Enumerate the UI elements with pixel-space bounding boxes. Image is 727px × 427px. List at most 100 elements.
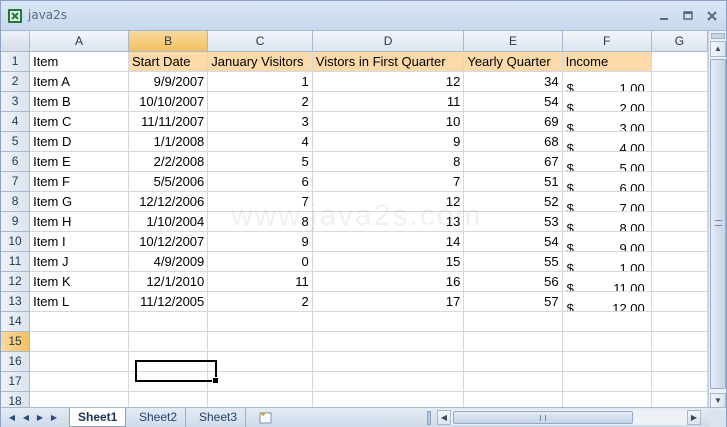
- cell-e4[interactable]: 69: [463, 111, 563, 132]
- cell-a11[interactable]: Item J: [29, 251, 129, 272]
- cell-a9[interactable]: Item H: [29, 211, 129, 232]
- cell-c7[interactable]: 6: [207, 171, 313, 192]
- cell-e1[interactable]: Yearly Quarter: [463, 51, 563, 72]
- cell-d8[interactable]: 12: [312, 191, 465, 212]
- cell-d2[interactable]: 12: [312, 71, 465, 92]
- row-header[interactable]: 14: [1, 311, 31, 332]
- cell-a1[interactable]: Item: [29, 51, 129, 72]
- cell-g5[interactable]: [651, 131, 708, 152]
- column-header-d[interactable]: D: [312, 31, 465, 52]
- first-sheet-icon[interactable]: ◀: [7, 412, 17, 424]
- minimize-icon[interactable]: [657, 9, 671, 23]
- cell-b6[interactable]: 2/2/2008: [128, 151, 209, 172]
- cell-e6[interactable]: 67: [463, 151, 563, 172]
- cell-f8[interactable]: $7.00: [562, 191, 652, 212]
- cell-c14[interactable]: [207, 311, 313, 332]
- cell-d13[interactable]: 17: [312, 291, 465, 312]
- row-header[interactable]: 16: [1, 351, 31, 372]
- row-header[interactable]: 15: [1, 331, 31, 352]
- cell-d4[interactable]: 10: [312, 111, 465, 132]
- cell-c4[interactable]: 3: [207, 111, 313, 132]
- cell-b2[interactable]: 9/9/2007: [128, 71, 209, 92]
- column-header-b[interactable]: B: [128, 31, 209, 52]
- cell-g13[interactable]: [651, 291, 708, 312]
- row-header[interactable]: 12: [1, 271, 31, 292]
- cell-g14[interactable]: [651, 311, 708, 332]
- cell-f15[interactable]: [562, 331, 652, 352]
- cell-c13[interactable]: 2: [207, 291, 313, 312]
- cell-g8[interactable]: [651, 191, 708, 212]
- vertical-split-handle[interactable]: [711, 33, 725, 39]
- excel-app-icon[interactable]: [7, 8, 23, 24]
- cell-a2[interactable]: Item A: [29, 71, 129, 92]
- cell-b16[interactable]: [128, 351, 209, 372]
- cell-e8[interactable]: 52: [463, 191, 563, 212]
- vertical-scroll-thumb[interactable]: [710, 59, 726, 389]
- cell-g12[interactable]: [651, 271, 708, 292]
- cell-b11[interactable]: 4/9/2009: [128, 251, 209, 272]
- cell-d3[interactable]: 11: [312, 91, 465, 112]
- cell-d1[interactable]: Vistors in First Quarter: [312, 51, 465, 72]
- cell-a8[interactable]: Item G: [29, 191, 129, 212]
- cell-c1[interactable]: January Visitors: [207, 51, 313, 72]
- tab-sheet2[interactable]: Sheet2: [131, 408, 187, 427]
- column-header-f[interactable]: F: [562, 31, 652, 52]
- next-sheet-icon[interactable]: ▶: [35, 412, 45, 424]
- cell-f9[interactable]: $8.00: [562, 211, 652, 232]
- title-bar[interactable]: java2s: [1, 1, 726, 31]
- cell-d17[interactable]: [312, 371, 465, 392]
- row-header[interactable]: 1: [1, 51, 31, 72]
- cell-c5[interactable]: 4: [207, 131, 313, 152]
- cell-f1[interactable]: Income: [562, 51, 652, 72]
- cell-a16[interactable]: [29, 351, 129, 372]
- cell-f11[interactable]: $1.00: [562, 251, 652, 272]
- cell-g15[interactable]: [651, 331, 708, 352]
- cell-d15[interactable]: [312, 331, 465, 352]
- cell-b17[interactable]: [128, 371, 209, 392]
- column-header-c[interactable]: C: [207, 31, 313, 52]
- cell-c2[interactable]: 1: [207, 71, 313, 92]
- cell-e10[interactable]: 54: [463, 231, 563, 252]
- cell-a17[interactable]: [29, 371, 129, 392]
- horizontal-scroll-thumb[interactable]: [453, 411, 633, 424]
- cell-b3[interactable]: 10/10/2007: [128, 91, 209, 112]
- cell-g2[interactable]: [651, 71, 708, 92]
- row-header[interactable]: 8: [1, 191, 31, 212]
- cell-f7[interactable]: $6.00: [562, 171, 652, 192]
- cell-b5[interactable]: 1/1/2008: [128, 131, 209, 152]
- cell-a15[interactable]: [29, 331, 129, 352]
- cell-b1[interactable]: Start Date: [128, 51, 209, 72]
- cell-g9[interactable]: [651, 211, 708, 232]
- row-header[interactable]: 6: [1, 151, 31, 172]
- row-header[interactable]: 7: [1, 171, 31, 192]
- cell-d14[interactable]: [312, 311, 465, 332]
- cell-d5[interactable]: 9: [312, 131, 465, 152]
- cell-e14[interactable]: [463, 311, 563, 332]
- cell-g11[interactable]: [651, 251, 708, 272]
- cell-e2[interactable]: 34: [463, 71, 563, 92]
- row-header[interactable]: 10: [1, 231, 31, 252]
- spreadsheet-grid[interactable]: A B C D E F G 1 Item Start Date January …: [1, 31, 708, 411]
- cell-b13[interactable]: 11/12/2005: [128, 291, 209, 312]
- select-all-corner[interactable]: [1, 31, 31, 52]
- cell-e9[interactable]: 53: [463, 211, 563, 232]
- row-header[interactable]: 3: [1, 91, 31, 112]
- cell-c15[interactable]: [207, 331, 313, 352]
- cell-c3[interactable]: 2: [207, 91, 313, 112]
- cell-a4[interactable]: Item C: [29, 111, 129, 132]
- cell-g16[interactable]: [651, 351, 708, 372]
- cell-c11[interactable]: 0: [207, 251, 313, 272]
- cell-e3[interactable]: 54: [463, 91, 563, 112]
- cell-d7[interactable]: 7: [312, 171, 465, 192]
- cell-a12[interactable]: Item K: [29, 271, 129, 292]
- cell-c17[interactable]: [207, 371, 313, 392]
- cell-f14[interactable]: [562, 311, 652, 332]
- row-header[interactable]: 17: [1, 371, 31, 392]
- cell-g10[interactable]: [651, 231, 708, 252]
- cell-f12[interactable]: $11.00: [562, 271, 652, 292]
- row-header[interactable]: 4: [1, 111, 31, 132]
- cell-e11[interactable]: 55: [463, 251, 563, 272]
- new-sheet-icon[interactable]: [257, 410, 273, 425]
- column-header-e[interactable]: E: [463, 31, 563, 52]
- cell-g6[interactable]: [651, 151, 708, 172]
